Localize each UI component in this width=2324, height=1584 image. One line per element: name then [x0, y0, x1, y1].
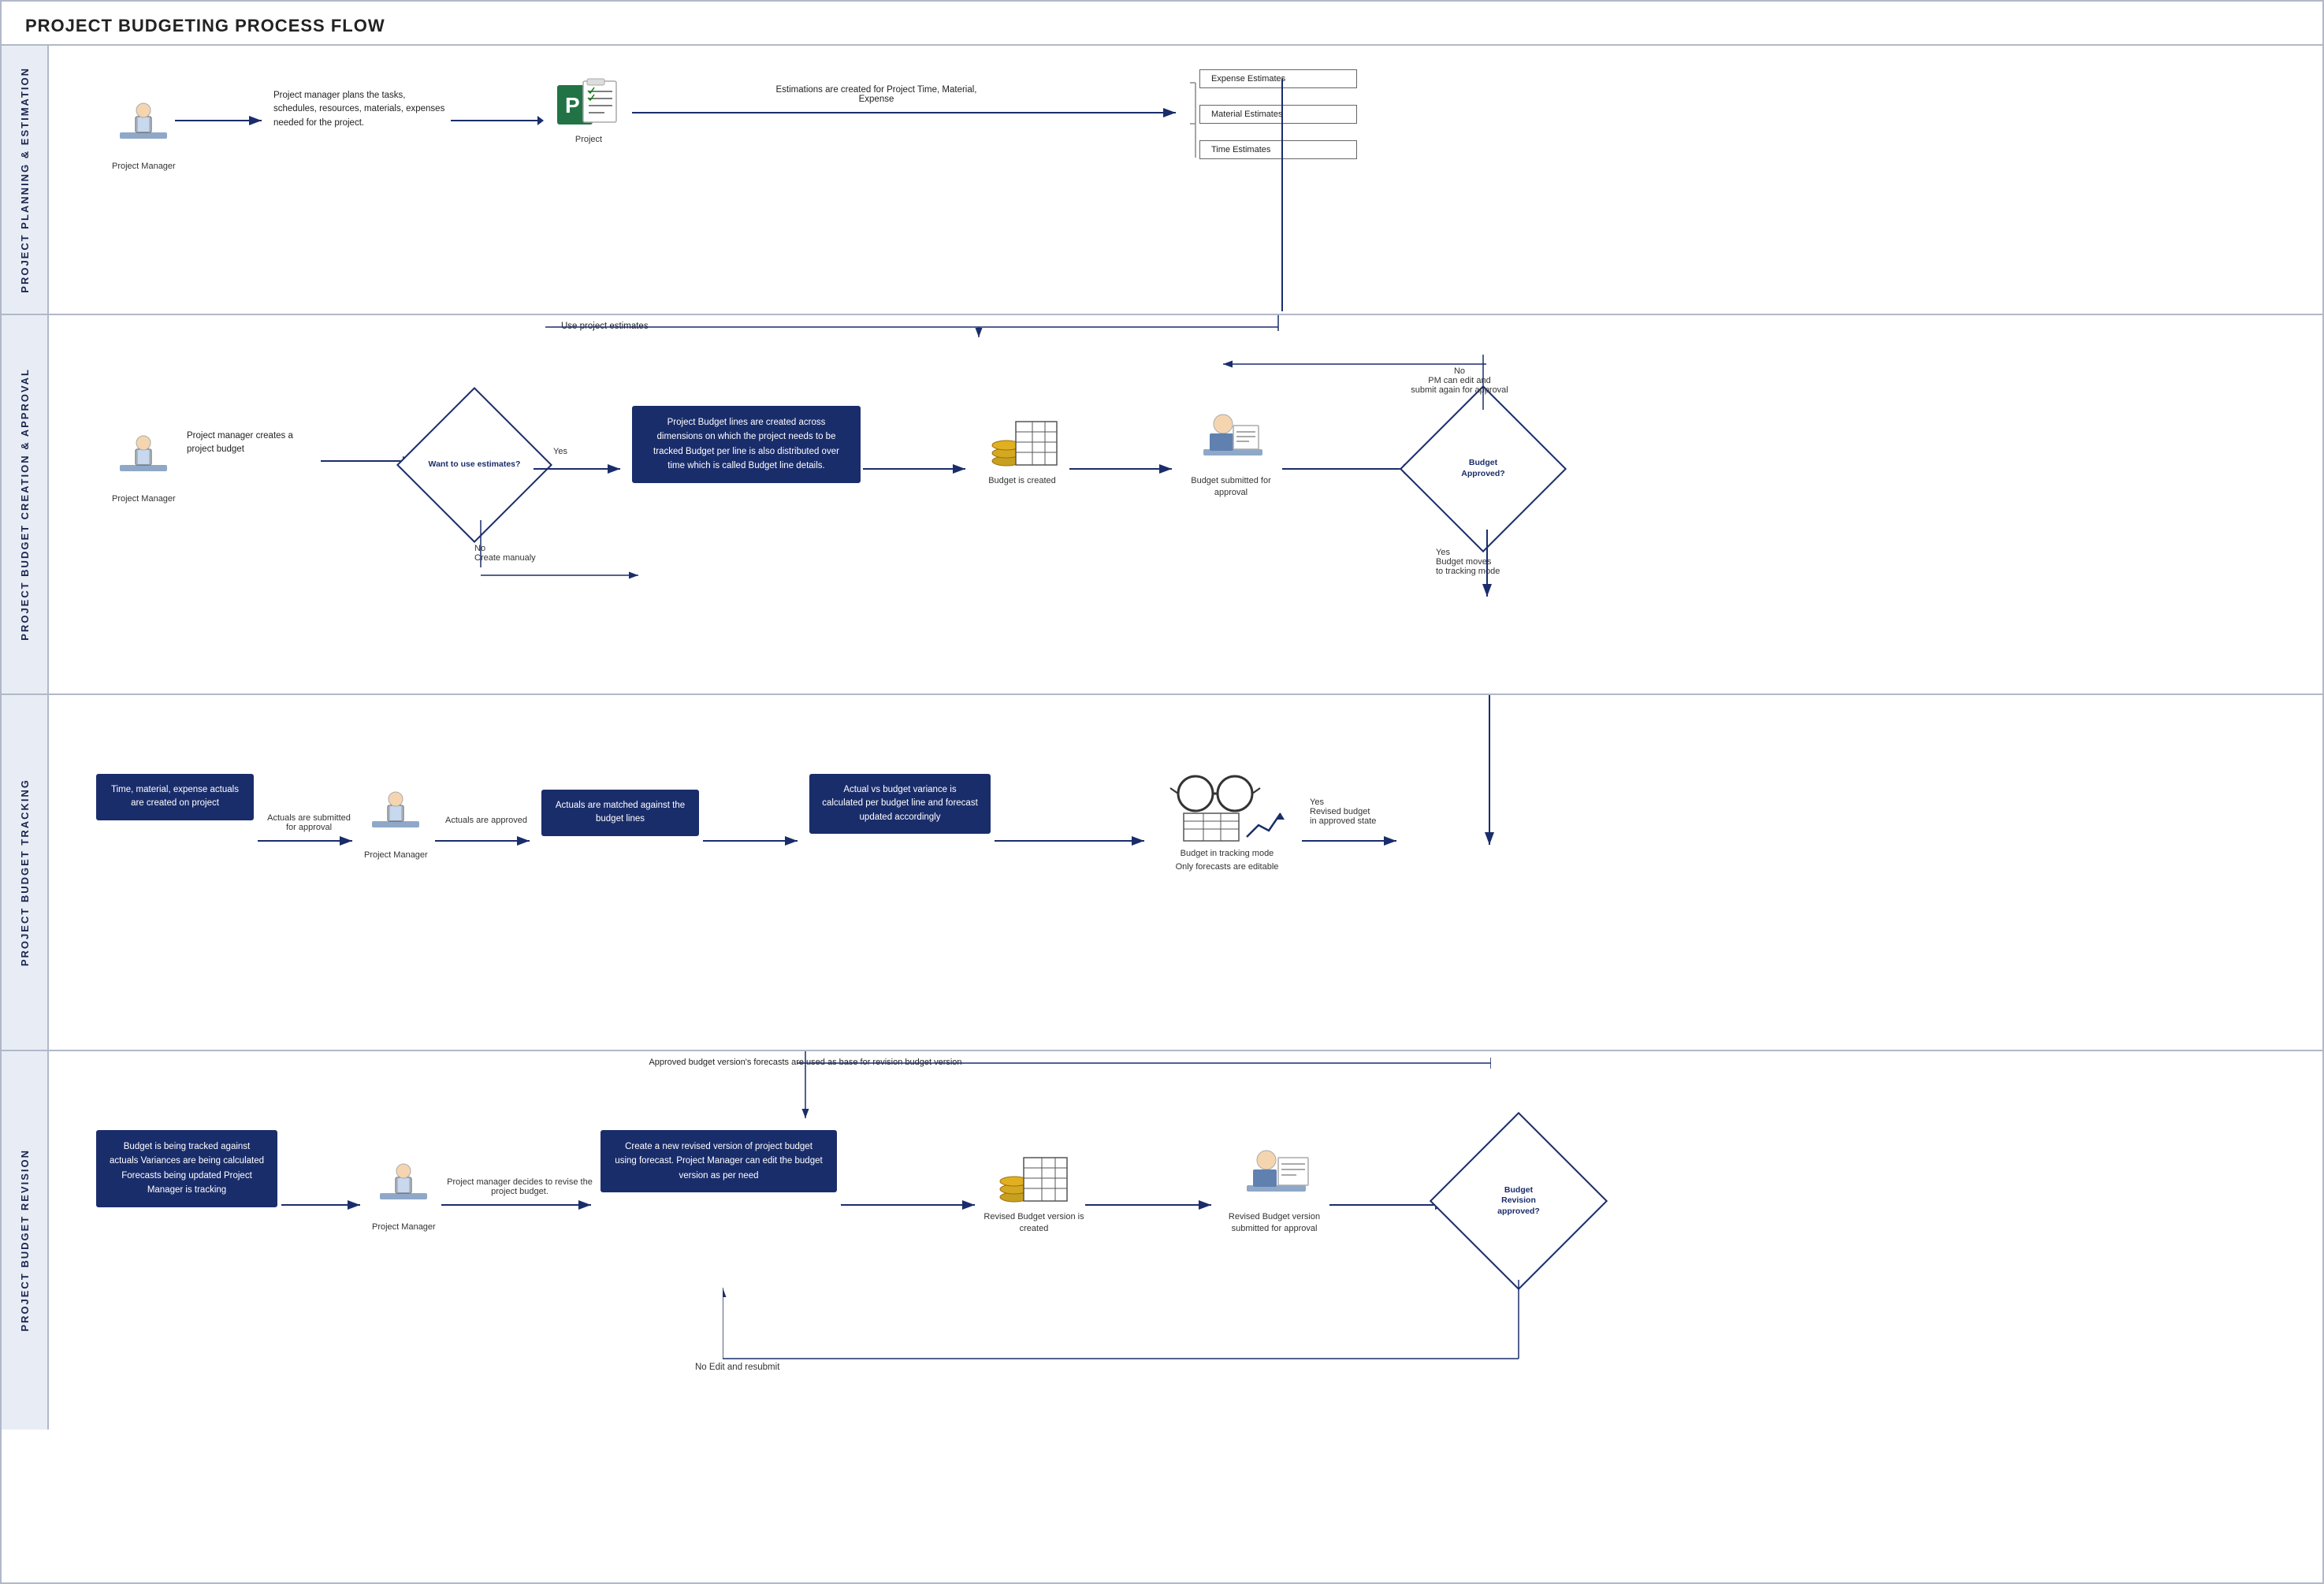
arrow-budgetbox-to-icon	[863, 461, 973, 477]
swim-lanes: PROJECT PLANNING & ESTIMATION Project Ma…	[2, 46, 2322, 1430]
pm-label-planning: Project Manager	[112, 162, 176, 171]
lane-creation: PROJECT BUDGET CREATION & APPROVAL Use p…	[2, 315, 2322, 695]
arrow-box1-to-pm	[281, 1197, 368, 1213]
use-estimates-line	[545, 315, 1286, 339]
project-icon: P Project	[549, 77, 628, 144]
budget-created-icon: Budget is created	[975, 410, 1069, 487]
project-label: Project	[549, 135, 628, 144]
yes-revised-label: YesRevised budgetin approved state	[1310, 798, 1376, 826]
lane-planning: PROJECT PLANNING & ESTIMATION Project Ma…	[2, 46, 2322, 315]
connector-from-lane2	[1482, 695, 1497, 853]
arrow-no-back	[1223, 356, 1487, 372]
actuals-created-box: Time, material, expense actuals are crea…	[96, 774, 254, 820]
estimation-arrow-label: Estimations are created for Project Time…	[758, 85, 995, 104]
lane-revision-label: PROJECT BUDGET REVISION	[2, 1051, 49, 1430]
arrow-yes-to-budgetbox	[534, 461, 628, 477]
lane-planning-label: PROJECT PLANNING & ESTIMATION	[2, 46, 49, 314]
pm-decides-label: Project manager decides to revise the pr…	[447, 1177, 593, 1196]
no-edit-arrow	[723, 1280, 1523, 1390]
arrow-to-revised-submitted	[1085, 1197, 1219, 1213]
revised-created-icon: Revised Budget version is created	[983, 1146, 1085, 1236]
budget-created-label: Budget is created	[975, 475, 1069, 487]
page: PROJECT BUDGETING PROCESS FLOW PROJECT P…	[0, 0, 2324, 1584]
tracking-state-box: Budget is being tracked against actuals …	[96, 1130, 277, 1207]
pm-label-tracking: Project Manager	[364, 850, 428, 860]
estimate-bracket	[1184, 79, 1199, 158]
pm-figure-creation: Project Manager	[112, 426, 176, 504]
pm-desc-planning: Project manager plans the tasks, schedul…	[273, 89, 447, 130]
lane-creation-label: PROJECT BUDGET CREATION & APPROVAL	[2, 315, 49, 693]
arrow-to-tracking-icon	[995, 833, 1152, 849]
arrow-desc-to-project	[451, 113, 545, 128]
pm-figure-tracking: Project Manager	[364, 782, 428, 860]
lane-revision: PROJECT BUDGET REVISION Approved budget …	[2, 1051, 2322, 1430]
lane-planning-content: Project Manager Project manager plans th…	[49, 46, 2322, 314]
diamond-revision-approved: BudgetRevisionapproved?	[1456, 1138, 1582, 1264]
arrow-actuals-to-submitted	[258, 833, 360, 849]
arrow-tracking-right	[1302, 833, 1404, 849]
arrow-to-estimates	[632, 105, 1184, 121]
pm-label-creation: Project Manager	[112, 494, 176, 504]
arrow-to-variance	[703, 833, 805, 849]
arrow-pm-to-desc	[175, 113, 270, 128]
budget-submitted-icon: Budget submitted for approval	[1184, 402, 1278, 500]
lane-tracking-label: PROJECT BUDGET TRACKING	[2, 695, 49, 1050]
pm-figure-planning: Project Manager	[112, 93, 176, 171]
actuals-matched-box: Actuals are matched against the budget l…	[541, 790, 699, 836]
actuals-approved-label: Actuals are approved	[443, 816, 530, 825]
pm-label-revision: Project Manager	[372, 1222, 436, 1232]
arrow-to-revised-created	[841, 1197, 983, 1213]
budget-lines-box: Project Budget lines are created across …	[632, 406, 861, 483]
pm-figure-revision: Project Manager	[372, 1154, 436, 1232]
budget-tracking-icon: Budget in tracking modeOnly forecasts ar…	[1156, 766, 1298, 873]
create-revised-box: Create a new revised version of project …	[601, 1130, 837, 1192]
lane-revision-content: Approved budget version's forecasts are …	[49, 1051, 2322, 1430]
diamond-use-estimates: Want to use estimates?	[419, 410, 530, 520]
vertical-connector-lane1	[1274, 79, 1290, 315]
top-connector-revision	[798, 1058, 1491, 1069]
arrow-no-right	[481, 567, 638, 583]
actuals-submitted-label: Actuals are submitted for approval	[262, 813, 356, 832]
variance-box: Actual vs budget variance is calculated …	[809, 774, 991, 834]
revised-submitted-icon: Revised Budget version submitted for app…	[1223, 1138, 1326, 1236]
page-title: PROJECT BUDGETING PROCESS FLOW	[2, 2, 2322, 46]
lane-creation-content: Use project estimates	[49, 315, 2322, 693]
pm-desc-creation: Project manager creates a project budget	[187, 429, 313, 457]
yes-label-diamond1: Yes	[553, 447, 567, 456]
no-label-diamond1: NoCreate manualy	[474, 544, 536, 563]
revised-created-label: Revised Budget version is created	[983, 1211, 1085, 1236]
arrow-pm-to-createbox	[441, 1197, 599, 1213]
arrow-approved	[435, 833, 537, 849]
lane-tracking-content: Time, material, expense actuals are crea…	[49, 695, 2322, 1050]
budget-submitted-label: Budget submitted for approval	[1184, 475, 1278, 500]
arrow-created-to-submitted	[1069, 461, 1180, 477]
budget-tracking-label: Budget in tracking modeOnly forecasts ar…	[1156, 847, 1298, 873]
arrow-yes-down	[1479, 530, 1495, 601]
diamond-budget-approved: BudgetApproved?	[1424, 410, 1542, 528]
lane-tracking: PROJECT BUDGET TRACKING Time, material, …	[2, 695, 2322, 1051]
svg-text:P: P	[565, 93, 580, 117]
revised-submitted-label: Revised Budget version submitted for app…	[1223, 1211, 1326, 1236]
